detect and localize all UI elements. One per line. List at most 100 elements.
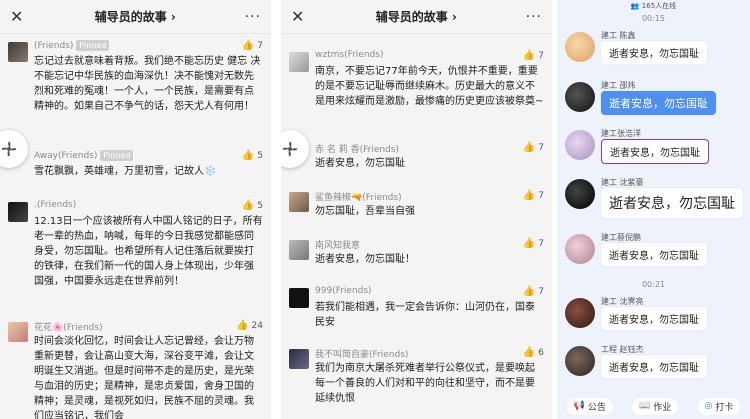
comment-item: (Friends) Pinned 👍 7 忘记过去就意味着背叛。我们绝不能忘历史 健… bbox=[0, 38, 271, 133]
avatar[interactable] bbox=[565, 298, 595, 328]
checkin-button[interactable]: ◎ 打卡 bbox=[697, 397, 741, 415]
comment-author: 花花🌸(Friends) bbox=[34, 323, 103, 333]
avatar[interactable] bbox=[565, 179, 595, 209]
comment-item: .(Friends) 👍 5 12.13日一个应该被所有人中国人铭记的日子，所有老… bbox=[0, 198, 271, 303]
avatar[interactable] bbox=[289, 192, 309, 212]
comment-item: 我不叫简自豪(Friends) 👍 6 我们为南京大屠杀死难者举行公祭仪式，是要唤… bbox=[281, 345, 552, 419]
sender-name: 建工 沈霁亮 bbox=[601, 297, 644, 306]
online-count: 👥 165人在线 bbox=[630, 2, 677, 10]
more-icon[interactable]: ··· bbox=[526, 9, 542, 25]
avatar[interactable] bbox=[565, 130, 595, 160]
comment-text: 若我们能相遇，我一定会告诉你：山河仍在，国泰民安 bbox=[315, 302, 535, 328]
thumbs-up-icon: 👍 bbox=[236, 320, 249, 331]
thumbs-up-icon: 👍 bbox=[522, 286, 536, 297]
more-icon[interactable]: ··· bbox=[245, 9, 261, 25]
avatar[interactable] bbox=[565, 82, 595, 112]
message-bubble[interactable]: 逝者安息，勿忘国耻 bbox=[601, 91, 716, 115]
sender-name: 工程 赵钰杰 bbox=[601, 345, 644, 354]
comment-item: 南风知我意 👍 7 逝者安息，勿忘国耻！ bbox=[281, 236, 552, 276]
comment-text: 时间会淡化回忆，时间会让人忘记曾经，会让万物重新更替，会让高山变大海，深谷变平滩… bbox=[34, 336, 254, 419]
avatar[interactable] bbox=[289, 288, 309, 308]
thumbs-up-icon: 👍 bbox=[241, 40, 255, 51]
chat-message: 建工张浩洋 逝者安息，勿忘国耻 bbox=[557, 128, 750, 172]
page-title[interactable]: 辅导员的故事 › bbox=[95, 8, 176, 25]
like-count: 7 bbox=[538, 142, 544, 153]
sender-name: 建工 沈紫豪 bbox=[601, 178, 644, 187]
avatar[interactable] bbox=[565, 346, 595, 376]
megaphone-icon: 📢 bbox=[573, 401, 585, 411]
like-button[interactable]: 👍 24 bbox=[236, 320, 263, 331]
top-bar: ✕ 辅导员的故事 › ··· bbox=[281, 0, 552, 34]
like-count: 7 bbox=[538, 238, 544, 249]
sender-name: 建工 陈鑫 bbox=[601, 31, 636, 40]
page-title[interactable]: 辅导员的故事 › bbox=[376, 8, 457, 25]
comment-text: 逝者安息，勿忘国耻！ bbox=[315, 254, 415, 265]
message-bubble[interactable]: 逝者安息，勿忘国耻 bbox=[601, 139, 709, 164]
close-icon[interactable]: ✕ bbox=[291, 7, 307, 26]
comment-text: 12.13日一个应该被所有人中国人铭记的日子，所有老一辈的热血，呐喊，每年的今日… bbox=[34, 216, 263, 287]
avatar[interactable] bbox=[289, 240, 309, 260]
message-bubble[interactable]: 逝者安息，勿忘国耻 bbox=[601, 307, 707, 330]
avatar[interactable] bbox=[565, 234, 595, 264]
comment-author: (Friends) bbox=[34, 40, 74, 51]
like-button[interactable]: 👍 7 bbox=[523, 238, 544, 249]
comment-text: 忘记过去就意味着背叛。我们绝不能忘历史 健忘 决不能忘记中华民族的血海深仇！决不… bbox=[34, 56, 261, 112]
timestamp: 00:21 bbox=[641, 280, 666, 289]
avatar[interactable] bbox=[8, 322, 28, 342]
thumbs-up-icon: 👍 bbox=[522, 142, 536, 153]
like-button[interactable]: 👍 7 bbox=[242, 40, 263, 51]
like-button[interactable]: 👍 7 bbox=[523, 190, 544, 201]
fan-icon bbox=[1, 141, 17, 157]
comment-author: .(Friends) bbox=[34, 200, 77, 210]
comment-author: Away(Friends) bbox=[34, 150, 98, 161]
avatar[interactable] bbox=[8, 42, 28, 62]
like-count: 7 bbox=[538, 50, 544, 61]
comment-author: 鲨鱼辣椒🔫(Friends) bbox=[315, 193, 402, 203]
comment-item: 鲨鱼辣椒🔫(Friends) 👍 7 勿忘国耻，吾辈当自强 bbox=[281, 188, 552, 228]
like-count: 5 bbox=[257, 150, 263, 161]
comment-item: wztms(Friends) 👍 7 南京，不要忘记77年前今天，仇恨并不重要，重… bbox=[281, 48, 552, 128]
message-bubble[interactable]: 逝者安息，勿忘国耻 bbox=[601, 188, 743, 218]
chat-message: 建工 邵炜 逝者安息，勿忘国耻 bbox=[557, 80, 750, 122]
target-icon: ◎ bbox=[704, 401, 713, 411]
like-button[interactable]: 👍 5 bbox=[242, 150, 263, 161]
comments-panel-middle: ✕ 辅导员的故事 › ··· wztms(Friends) 👍 7 南京，不要忘记… bbox=[281, 0, 552, 419]
book-icon: 📖 bbox=[639, 401, 651, 411]
comment-author: 赤 名 莉 香(Friends) bbox=[315, 145, 399, 155]
avatar[interactable] bbox=[289, 52, 309, 72]
comments-panel-left: ✕ 辅导员的故事 › ··· (Friends) Pinned 👍 7 忘记过去就意… bbox=[0, 0, 271, 419]
comment-author: wztms(Friends) bbox=[315, 50, 384, 60]
like-count: 6 bbox=[538, 347, 544, 358]
message-bubble[interactable]: 逝者安息，勿忘国耻 bbox=[601, 41, 707, 64]
sender-name: 建工 邵炜 bbox=[601, 81, 636, 90]
avatar[interactable] bbox=[565, 32, 595, 62]
timestamp: 00:15 bbox=[641, 14, 666, 23]
like-button[interactable]: 👍 6 bbox=[523, 347, 544, 358]
chat-message: 建工 沈紫豪 逝者安息，勿忘国耻 bbox=[557, 177, 750, 225]
message-bubble[interactable]: 逝者安息，勿忘国耻 bbox=[601, 355, 707, 378]
like-count: 7 bbox=[538, 286, 544, 297]
comment-author: 999(Friends) bbox=[315, 286, 372, 296]
like-button[interactable]: 👍 7 bbox=[523, 50, 544, 61]
chat-message: 建工 沈霁亮 逝者安息，勿忘国耻 bbox=[557, 296, 750, 338]
avatar[interactable] bbox=[8, 202, 28, 222]
notice-button[interactable]: 📢 公告 bbox=[566, 397, 613, 415]
close-icon[interactable]: ✕ bbox=[10, 7, 26, 26]
top-bar: ✕ 辅导员的故事 › ··· bbox=[0, 0, 271, 34]
pinned-badge: Pinned bbox=[100, 150, 134, 161]
comment-item: 花花🌸(Friends) 👍 24 时间会淡化回忆，时间会让人忘记曾经，会让万物重… bbox=[0, 318, 271, 419]
like-button[interactable]: 👍 7 bbox=[523, 286, 544, 297]
thumbs-up-icon: 👍 bbox=[522, 190, 536, 201]
thumbs-up-icon: 👍 bbox=[522, 238, 536, 249]
like-button[interactable]: 👍 5 bbox=[242, 200, 263, 211]
pinned-badge: Pinned bbox=[76, 40, 110, 51]
homework-button[interactable]: 📖 作业 bbox=[632, 397, 679, 415]
chat-message: 工程 赵钰杰 逝者安息，勿忘国耻 bbox=[557, 344, 750, 386]
people-icon: 👥 bbox=[630, 2, 642, 10]
thumbs-up-icon: 👍 bbox=[522, 50, 536, 61]
chat-message: 建工蔡倪鹏 逝者安息，勿忘国耻 bbox=[557, 232, 750, 274]
message-bubble[interactable]: 逝者安息，勿忘国耻 bbox=[601, 243, 707, 266]
like-button[interactable]: 👍 7 bbox=[523, 142, 544, 153]
avatar[interactable] bbox=[289, 349, 309, 369]
comment-text: 勿忘国耻，吾辈当自强 bbox=[315, 206, 415, 217]
